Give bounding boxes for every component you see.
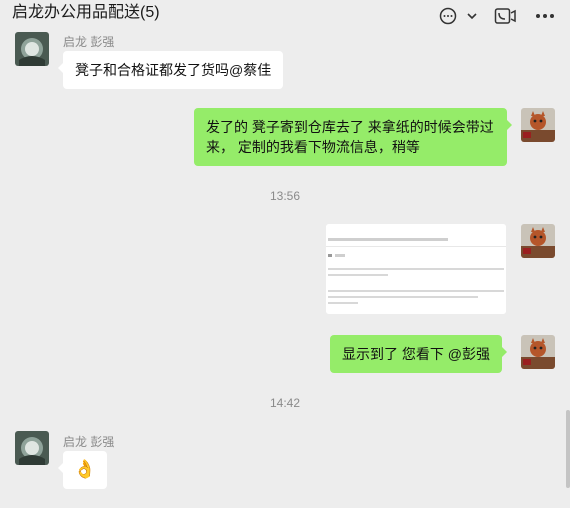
chat-title: 启龙办公用品配送(5)	[12, 4, 160, 21]
chevron-down-icon[interactable]	[466, 7, 478, 25]
avatar[interactable]	[15, 431, 49, 465]
avatar[interactable]	[521, 224, 555, 258]
message-bubble[interactable]: 凳子和合格证都发了货吗@蔡佳	[57, 51, 284, 89]
chat-window: 启龙办公用品配送(5) 启龙 彭强 凳子和合格证都发了货吗@蔡佳 发了的 凳子寄…	[0, 0, 570, 508]
image-message[interactable]	[326, 224, 506, 314]
message-list[interactable]: 启龙 彭强 凳子和合格证都发了货吗@蔡佳 发了的 凳子寄到仓库去了 来拿纸的时候…	[0, 30, 570, 508]
message-bubble[interactable]: 发了的 凳子寄到仓库去了 来拿纸的时候会带过来， 定制的我看下物流信息，稍等	[194, 108, 512, 166]
avatar[interactable]	[15, 32, 49, 66]
chat-bubble-icon[interactable]	[438, 7, 460, 25]
more-options-icon[interactable]	[535, 7, 555, 25]
screenshot-thumbnail	[326, 224, 506, 314]
avatar[interactable]	[521, 108, 555, 142]
scrollbar[interactable]	[566, 410, 570, 488]
message-bubble[interactable]: 显示到了 您看下 @彭强	[330, 335, 507, 373]
video-call-icon[interactable]	[494, 7, 518, 25]
chat-header: 启龙办公用品配送(5)	[0, 0, 570, 30]
timestamp: 14:42	[269, 396, 301, 410]
timestamp: 13:56	[269, 189, 301, 203]
message-bubble[interactable]: 👌	[58, 451, 107, 489]
sender-name: 启龙 彭强	[63, 35, 115, 49]
avatar[interactable]	[521, 335, 555, 369]
sender-name: 启龙 彭强	[63, 435, 115, 449]
